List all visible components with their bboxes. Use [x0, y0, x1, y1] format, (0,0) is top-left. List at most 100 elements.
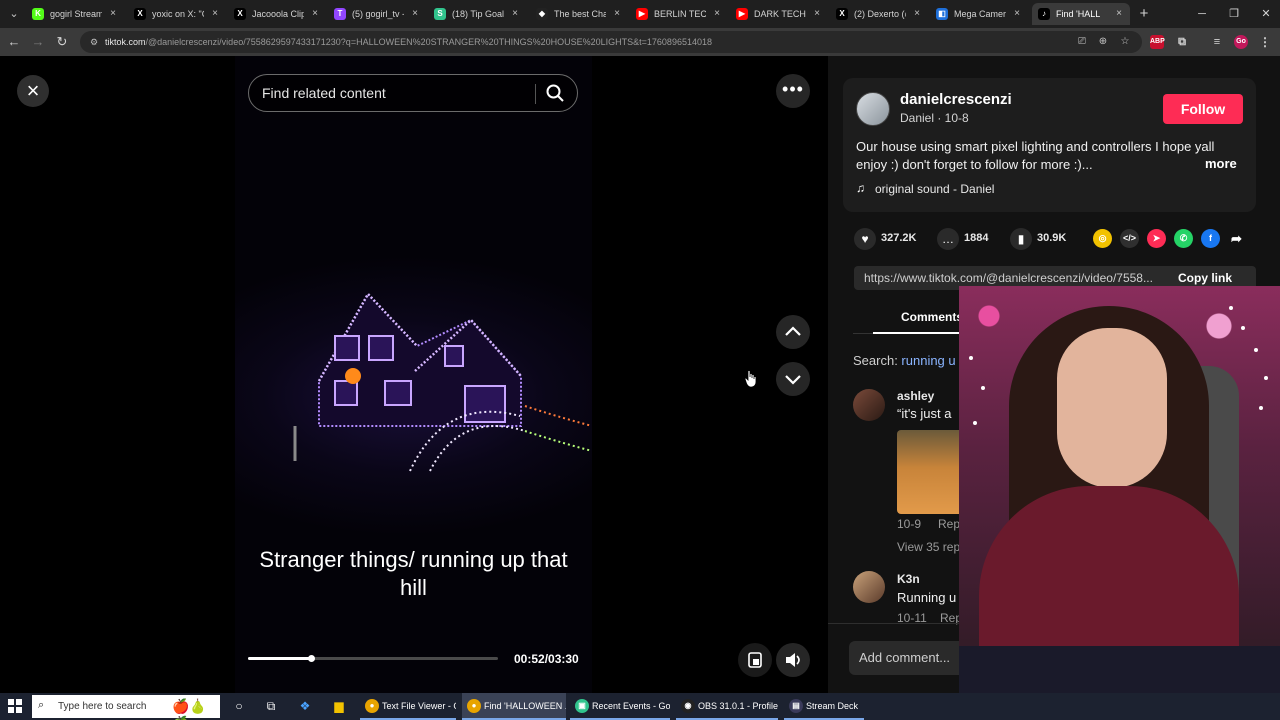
- media-controls-icon[interactable]: ≡: [1210, 35, 1224, 49]
- address-bar[interactable]: ⚙ tiktok.com/@danielcrescenzi/video/7558…: [80, 31, 1142, 53]
- facebook-icon[interactable]: f: [1201, 229, 1220, 248]
- cortana-icon[interactable]: ○: [230, 697, 248, 715]
- share-arrow-icon[interactable]: ➦: [1227, 229, 1246, 248]
- profile-avatar[interactable]: Go: [1234, 35, 1248, 49]
- tab-close-icon[interactable]: ×: [510, 3, 520, 25]
- reply-button[interactable]: Rep: [938, 517, 960, 531]
- whatsapp-icon[interactable]: ✆: [1174, 229, 1193, 248]
- music-note-icon: ♫: [856, 181, 865, 195]
- creator-avatar[interactable]: [856, 92, 890, 126]
- taskbar-app-label: Stream Deck: [806, 701, 859, 711]
- taskbar-app-button[interactable]: ◉OBS 31.0.1 - Profile:...: [676, 693, 778, 720]
- taskbar-app-icon: ◉: [681, 699, 695, 713]
- zoom-icon[interactable]: ⊕: [1096, 35, 1110, 49]
- repost-icon[interactable]: ◎: [1093, 229, 1112, 248]
- browser-tab[interactable]: ◆ The best Chatb ×: [530, 3, 628, 25]
- browser-tab[interactable]: X (2) Dexerto (@ ×: [830, 3, 928, 25]
- sound-link[interactable]: original sound - Daniel: [875, 182, 994, 196]
- creator-username[interactable]: danielcrescenzi: [900, 91, 1012, 108]
- tab-title: Find 'HALL: [1056, 9, 1101, 19]
- forward-icon[interactable]: →: [28, 32, 48, 52]
- extensions-icon[interactable]: ⧉: [1175, 35, 1189, 49]
- browser-tab[interactable]: ▶ DARK TECHNO ×: [730, 3, 828, 25]
- video-progress-bar[interactable]: [248, 655, 498, 662]
- back-icon[interactable]: ←: [4, 32, 24, 52]
- comment-avatar[interactable]: [853, 389, 885, 421]
- related-search-box[interactable]: Find related content: [248, 74, 578, 112]
- search-icon[interactable]: [545, 83, 565, 103]
- bookmark-star-icon[interactable]: ☆: [1118, 35, 1132, 49]
- comment-author[interactable]: ashley: [897, 389, 934, 403]
- url-host: tiktok.com: [105, 37, 146, 47]
- more-link[interactable]: more: [1205, 156, 1237, 171]
- bookmark-icon[interactable]: ▮: [1010, 228, 1032, 250]
- maximize-icon[interactable]: ❐: [1222, 4, 1246, 24]
- comment-image[interactable]: [897, 430, 967, 514]
- taskbar-app-label: Find 'HALLOWEEN ...: [484, 701, 566, 711]
- browser-tab[interactable]: Kgogirl Stream ×: [26, 3, 124, 25]
- comment-author[interactable]: K3n: [897, 572, 920, 586]
- cast-icon[interactable]: ⎚: [1075, 35, 1089, 49]
- taskbar-app-icon: ●: [365, 699, 379, 713]
- comment-avatar[interactable]: [853, 571, 885, 603]
- browser-tab[interactable]: Xyoxic on X: "Cir ×: [128, 3, 226, 25]
- next-video-button[interactable]: [776, 362, 810, 396]
- browser-tab[interactable]: S (18) Tip Goal / ×: [428, 3, 526, 25]
- comment-search-suggestion[interactable]: Search: running u: [853, 353, 956, 368]
- send-icon[interactable]: ➤: [1147, 229, 1166, 248]
- tab-close-icon[interactable]: ×: [712, 3, 722, 25]
- reload-icon[interactable]: ↻: [52, 32, 72, 52]
- taskbar-app-button[interactable]: ●Text File Viewer - G...: [360, 693, 456, 720]
- close-video-button[interactable]: ×: [17, 75, 49, 107]
- heart-icon[interactable]: ♥: [854, 228, 876, 250]
- floating-player-button[interactable]: [738, 643, 772, 677]
- search-term[interactable]: running u: [901, 353, 955, 368]
- tab-close-icon[interactable]: ×: [1012, 3, 1022, 25]
- browser-tab[interactable]: T (5) gogirl_tv - T ×: [328, 3, 426, 25]
- tab-close-icon[interactable]: ×: [410, 3, 420, 25]
- tab-search-icon[interactable]: ⌄: [4, 4, 24, 24]
- view-replies-link[interactable]: View 35 rep: [897, 540, 960, 554]
- tab-close-icon[interactable]: ×: [108, 3, 118, 25]
- browser-tab[interactable]: ♪ Find 'HALL ×: [1032, 3, 1130, 25]
- related-search-placeholder: Find related content: [262, 85, 386, 101]
- webcam-overlay: [959, 286, 1280, 693]
- taskbar-app-button[interactable]: ▤ Stream Deck: [784, 693, 864, 720]
- taskbar-search-box[interactable]: ⌕ Type here to search 🍎🍐🍏: [32, 695, 220, 720]
- tab-close-icon[interactable]: ×: [310, 3, 320, 25]
- comment-date: 10-9: [897, 517, 922, 531]
- tab-close-icon[interactable]: ×: [812, 3, 822, 25]
- embed-icon[interactable]: </>: [1120, 229, 1139, 248]
- file-explorer-icon[interactable]: ▆: [330, 697, 348, 715]
- adblock-extension-icon[interactable]: ABP: [1150, 35, 1165, 49]
- minimize-icon[interactable]: ─: [1190, 4, 1214, 24]
- tab-favicon-icon: K: [32, 8, 44, 20]
- search-divider: [535, 84, 536, 104]
- taskbar-app-button[interactable]: ▣ Recent Events - Go...: [570, 693, 670, 720]
- video-player[interactable]: Find related content Stranger things/ ru…: [235, 56, 592, 693]
- taskbar-app-button[interactable]: ● Find 'HALLOWEEN ...: [462, 693, 566, 720]
- close-window-icon[interactable]: ✕: [1254, 4, 1278, 24]
- tab-close-icon[interactable]: ×: [210, 3, 220, 25]
- tab-close-icon[interactable]: ×: [1114, 3, 1124, 25]
- site-info-icon[interactable]: ⚙: [88, 36, 100, 48]
- browser-tab[interactable]: X Jacooola Clips ×: [228, 3, 326, 25]
- task-view-icon[interactable]: ⧉: [262, 697, 280, 715]
- tab-comments[interactable]: Comments: [901, 310, 963, 324]
- tab-close-icon[interactable]: ×: [612, 3, 622, 25]
- comment-icon[interactable]: …: [937, 228, 959, 250]
- tab-close-icon[interactable]: ×: [912, 3, 922, 25]
- browser-menu-icon[interactable]: ⋮: [1258, 35, 1272, 49]
- copilot-icon[interactable]: ❖: [296, 697, 314, 715]
- progress-fill: [248, 657, 311, 660]
- more-options-icon[interactable]: •••: [776, 74, 810, 108]
- previous-video-button[interactable]: [776, 315, 810, 349]
- windows-start-icon[interactable]: [8, 699, 22, 713]
- new-tab-button[interactable]: +: [1134, 4, 1154, 24]
- volume-button[interactable]: [776, 643, 810, 677]
- browser-tab[interactable]: ▶ BERLIN TECHN ×: [630, 3, 728, 25]
- tab-title: (5) gogirl_tv - T: [352, 9, 404, 19]
- browser-tab[interactable]: ◧ Mega Camera ×: [930, 3, 1028, 25]
- progress-handle[interactable]: [308, 655, 315, 662]
- follow-button[interactable]: Follow: [1163, 94, 1243, 124]
